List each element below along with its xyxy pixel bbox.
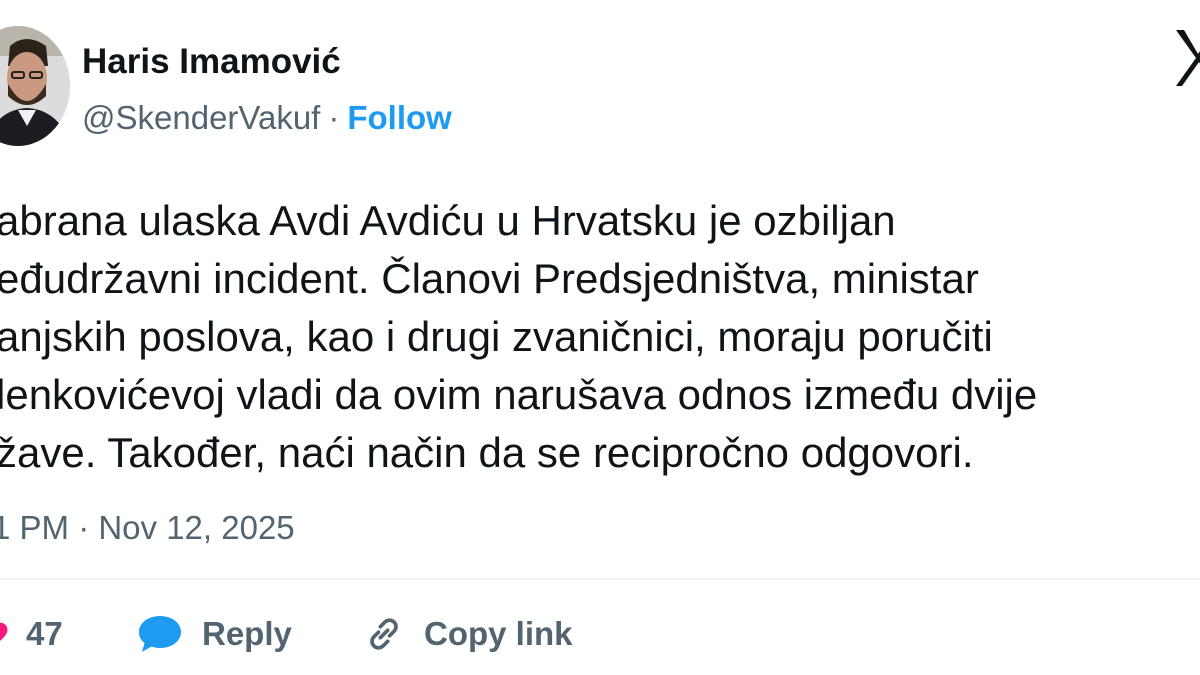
reply-button[interactable]: Reply [136, 604, 292, 664]
like-count: 47 [26, 615, 63, 652]
tweet-text: abrana ulaska Avdi Avdiću u Hrvatsku je … [0, 192, 1200, 482]
avatar-image [0, 26, 70, 146]
separator-dot: · [328, 99, 340, 136]
copy-link-button[interactable]: Copy link [362, 604, 573, 664]
tweet-text-line: eđudržavni incident. Članovi Predsjedniš… [0, 255, 979, 302]
author-handle-row: @SkenderVakuf · Follow [82, 96, 452, 140]
avatar[interactable] [0, 26, 70, 146]
author-handle[interactable]: @SkenderVakuf [82, 99, 320, 136]
tweet-timestamp[interactable]: 1 PM · Nov 12, 2025 [0, 504, 295, 552]
tweet-text-line: lenkovićevoj vladi da ovim narušava odno… [0, 371, 1038, 418]
tweet-text-line: abrana ulaska Avdi Avdiću u Hrvatsku je … [0, 197, 896, 244]
follow-button[interactable]: Follow [347, 99, 451, 136]
heart-icon [0, 622, 8, 641]
chain-link-icon [370, 618, 398, 650]
action-bar: 47 Reply Copy link [0, 604, 1200, 664]
x-logo-icon[interactable] [1174, 28, 1200, 92]
tweet-text-line: anjskih poslova, kao i drugi zvaničnici,… [0, 313, 993, 360]
reply-label: Reply [202, 615, 292, 652]
tweet-embed: Haris Imamović @SkenderVakuf · Follow abra… [0, 0, 1200, 675]
tweet-text-line: žave. Također, naći način da se reciproč… [0, 429, 974, 476]
speech-bubble-icon [139, 616, 181, 652]
divider [0, 578, 1200, 580]
copy-link-label: Copy link [424, 615, 573, 652]
author-name[interactable]: Haris Imamović [82, 38, 341, 86]
like-button[interactable]: 47 [0, 604, 63, 664]
